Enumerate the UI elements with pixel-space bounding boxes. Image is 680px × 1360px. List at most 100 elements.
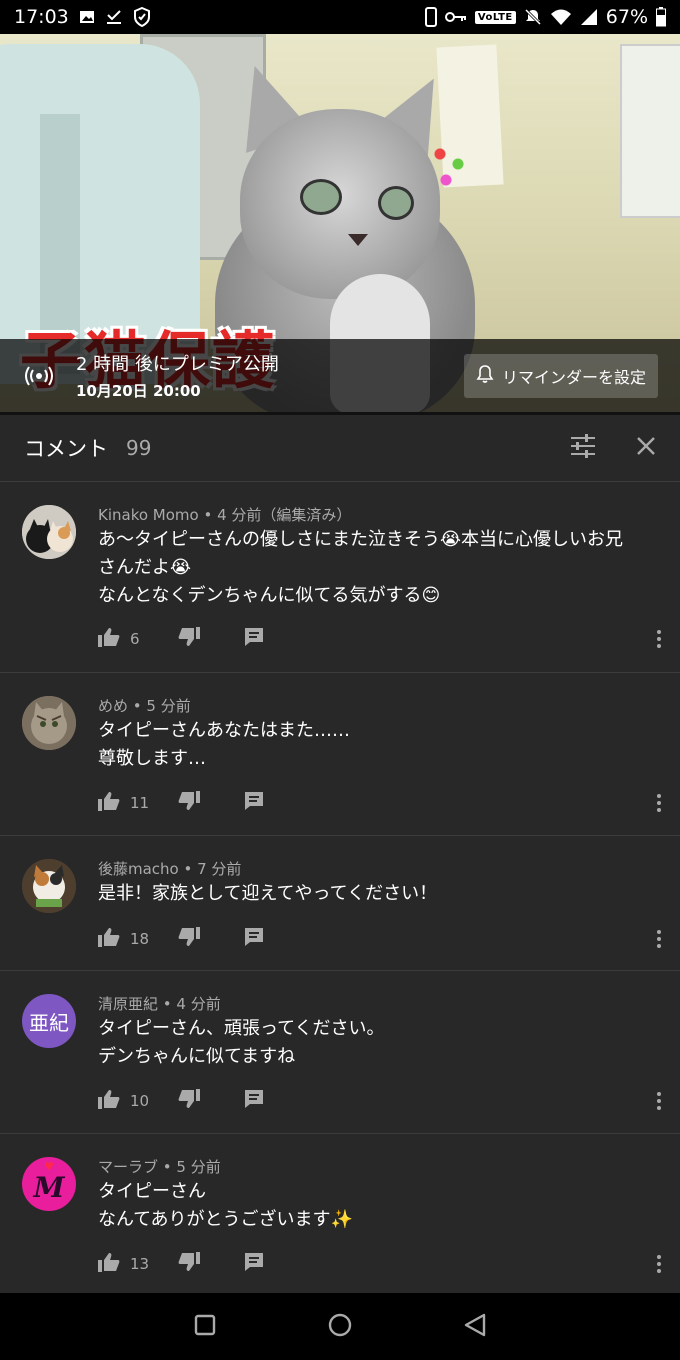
comment-line: あ〜タイピーさんの優しさにまた泣きそう😭本当に心優しいお兄 bbox=[98, 529, 624, 550]
clock: 17:03 bbox=[14, 6, 69, 28]
like-count: 18 bbox=[130, 930, 150, 948]
thumbs-up-icon bbox=[98, 927, 120, 951]
like-button[interactable]: 10 bbox=[98, 1089, 178, 1113]
more-options-icon[interactable] bbox=[656, 1254, 662, 1278]
dislike-button[interactable] bbox=[178, 927, 244, 951]
comment-line: 是非！家族として迎えてやってください！ bbox=[98, 883, 438, 904]
comment-actions: 13 bbox=[98, 1252, 264, 1276]
download-done-icon bbox=[105, 8, 123, 26]
comment-meta: マーラブ • 5 分前 bbox=[98, 1158, 221, 1176]
avatar[interactable]: ♥ M bbox=[22, 1157, 76, 1211]
comment-body: あ〜タイピーさんの優しさにまた泣きそう😭本当に心優しいお兄 さんだよ😭 なんとな… bbox=[98, 526, 658, 610]
set-reminder-button[interactable]: リマインダーを設定 bbox=[463, 353, 658, 398]
like-button[interactable]: 11 bbox=[98, 791, 178, 815]
comment-line: タイピーさん、頑張ってください。 bbox=[98, 1018, 385, 1039]
avatar[interactable] bbox=[22, 696, 76, 750]
reply-icon bbox=[244, 1252, 264, 1276]
background-poster bbox=[620, 44, 680, 218]
like-count: 10 bbox=[130, 1092, 150, 1110]
like-count: 11 bbox=[130, 794, 150, 812]
avatar[interactable] bbox=[22, 859, 76, 913]
reply-icon bbox=[244, 927, 264, 951]
more-options-icon[interactable] bbox=[656, 1091, 662, 1115]
comment-item: 亜紀 清原亜紀 • 4 分前 タイピーさん、頑張ってください。 デンちゃんに似て… bbox=[0, 972, 680, 1134]
thumbs-down-icon bbox=[178, 1089, 200, 1113]
avatar-initials: M bbox=[33, 1170, 65, 1204]
reply-icon bbox=[244, 627, 264, 651]
avatar[interactable]: 亜紀 bbox=[22, 994, 76, 1048]
comment-line: デンちゃんに似てますね bbox=[98, 1046, 296, 1067]
like-button[interactable]: 18 bbox=[98, 927, 178, 951]
comment-meta: 清原亜紀 • 4 分前 bbox=[98, 995, 221, 1013]
live-broadcast-icon bbox=[24, 364, 54, 388]
thumbs-up-icon bbox=[98, 1089, 120, 1113]
sort-icon[interactable] bbox=[570, 434, 596, 462]
battery-icon bbox=[656, 7, 666, 27]
comment-item: 後藤macho • 7 分前 是非！家族として迎えてやってください！ 18 bbox=[0, 837, 680, 971]
reply-button[interactable] bbox=[244, 1089, 264, 1113]
comment-item: めめ • 5 分前 タイピーさんあなたはまた…… 尊敬します… 11 bbox=[0, 674, 680, 836]
comment-line: なんてありがとうございます✨ bbox=[98, 1209, 353, 1230]
thumbs-up-icon bbox=[98, 791, 120, 815]
reply-icon bbox=[244, 791, 264, 815]
reply-icon bbox=[244, 1089, 264, 1113]
back-triangle-icon[interactable] bbox=[464, 1313, 486, 1341]
thumbs-down-icon bbox=[178, 791, 200, 815]
comments-header: コメント 99 bbox=[0, 415, 680, 482]
comment-actions: 11 bbox=[98, 791, 264, 815]
comment-meta: Kinako Momo • 4 分前（編集済み） bbox=[98, 506, 352, 524]
dislike-button[interactable] bbox=[178, 1089, 244, 1113]
dislike-button[interactable] bbox=[178, 1252, 244, 1276]
dislike-button[interactable] bbox=[178, 791, 244, 815]
reply-button[interactable] bbox=[244, 791, 264, 815]
comment-body: 是非！家族として迎えてやってください！ bbox=[98, 880, 658, 908]
wifi-icon bbox=[550, 8, 572, 26]
reply-button[interactable] bbox=[244, 627, 264, 651]
comment-actions: 10 bbox=[98, 1089, 264, 1113]
comment-line: なんとなくデンちゃんに似てる気がする😊 bbox=[98, 585, 441, 606]
status-bar: 17:03 VoLTE 67% bbox=[0, 0, 680, 34]
battery-percent: 67% bbox=[605, 6, 648, 28]
image-icon bbox=[79, 9, 95, 25]
thumbs-up-icon bbox=[98, 1252, 120, 1276]
heart-icon: ♥ bbox=[44, 1160, 54, 1173]
comments-count: 99 bbox=[126, 436, 152, 460]
home-circle-icon[interactable] bbox=[328, 1313, 352, 1341]
thumbs-down-icon bbox=[178, 1252, 200, 1276]
system-nav-bar bbox=[0, 1293, 680, 1360]
thumbs-down-icon bbox=[178, 627, 200, 651]
comment-meta: 後藤macho • 7 分前 bbox=[98, 860, 242, 878]
volte-badge: VoLTE bbox=[474, 10, 516, 24]
like-count: 6 bbox=[130, 630, 140, 648]
comment-body: タイピーさん なんてありがとうございます✨ bbox=[98, 1178, 658, 1234]
reply-button[interactable] bbox=[244, 927, 264, 951]
more-options-icon[interactable] bbox=[656, 929, 662, 953]
comment-line: タイピーさんあなたはまた…… bbox=[98, 720, 350, 741]
dislike-button[interactable] bbox=[178, 627, 244, 651]
key-icon bbox=[444, 11, 467, 23]
like-button[interactable]: 6 bbox=[98, 627, 178, 651]
shield-icon bbox=[133, 7, 151, 27]
more-options-icon[interactable] bbox=[656, 629, 662, 653]
thumbs-up-icon bbox=[98, 627, 120, 651]
comment-meta: めめ • 5 分前 bbox=[98, 697, 191, 715]
comment-item: Kinako Momo • 4 分前（編集済み） あ〜タイピーさんの優しさにまた… bbox=[0, 483, 680, 673]
reply-button[interactable] bbox=[244, 1252, 264, 1276]
avatar-initials: 亜紀 bbox=[29, 1010, 69, 1035]
like-count: 13 bbox=[130, 1255, 150, 1273]
comments-title: コメント bbox=[24, 437, 108, 461]
recents-square-icon[interactable] bbox=[194, 1314, 216, 1340]
like-button[interactable]: 13 bbox=[98, 1252, 178, 1276]
signal-icon bbox=[580, 8, 598, 26]
more-options-icon[interactable] bbox=[656, 793, 662, 817]
avatar[interactable] bbox=[22, 505, 76, 559]
comment-line: さんだよ😭 bbox=[98, 557, 192, 578]
thumbs-down-icon bbox=[178, 927, 200, 951]
kitten-nose bbox=[348, 234, 368, 246]
comment-line: タイピーさん bbox=[98, 1181, 206, 1202]
close-icon[interactable] bbox=[636, 436, 656, 460]
bell-icon bbox=[476, 364, 494, 388]
comment-item: ♥ M マーラブ • 5 分前 タイピーさん なんてありがとうございます✨ 13 bbox=[0, 1135, 680, 1293]
kitten-eye-left bbox=[300, 179, 342, 215]
set-reminder-label: リマインダーを設定 bbox=[501, 367, 646, 387]
